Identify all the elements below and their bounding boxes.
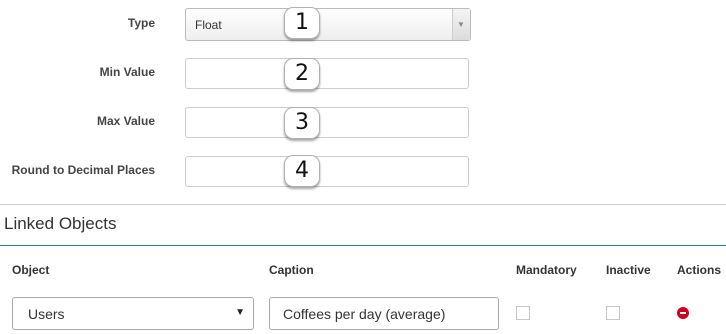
section-title-underline <box>0 245 726 246</box>
type-select-value: Float <box>195 18 222 32</box>
step-badge-2: 2 <box>284 58 320 90</box>
caption-input-value: Coffees per day (average) <box>283 306 446 322</box>
max-value-label: Max Value <box>96 114 155 128</box>
round-decimal-label: Round to Decimal Places <box>11 163 155 177</box>
object-select[interactable]: Users ▼ <box>12 297 254 330</box>
section-divider <box>0 204 726 205</box>
inactive-checkbox[interactable] <box>606 306 620 320</box>
step-badge-4: 4 <box>284 155 320 187</box>
type-select-arrow[interactable]: ▼ <box>452 9 470 40</box>
chevron-down-icon: ▼ <box>457 20 465 29</box>
caption-input[interactable]: Coffees per day (average) <box>269 297 499 330</box>
column-header-inactive: Inactive <box>606 263 651 277</box>
column-header-actions: Actions <box>677 263 722 277</box>
column-header-object: Object <box>12 263 50 277</box>
type-label: Type <box>127 16 155 30</box>
object-select-value: Users <box>28 306 65 322</box>
caret-down-icon: ▼ <box>235 307 245 318</box>
step-badge-1: 1 <box>284 7 320 39</box>
mandatory-checkbox[interactable] <box>516 306 530 320</box>
min-value-input[interactable] <box>185 58 469 89</box>
min-value-label: Min Value <box>99 65 155 79</box>
type-select[interactable]: Float ▼ <box>185 8 471 41</box>
column-header-mandatory: Mandatory <box>516 263 577 277</box>
remove-icon[interactable] <box>677 307 689 319</box>
column-header-caption: Caption <box>269 263 314 277</box>
round-decimal-input[interactable] <box>185 156 469 187</box>
linked-objects-title: Linked Objects <box>4 214 117 233</box>
max-value-input[interactable] <box>185 107 469 138</box>
step-badge-3: 3 <box>284 107 320 139</box>
